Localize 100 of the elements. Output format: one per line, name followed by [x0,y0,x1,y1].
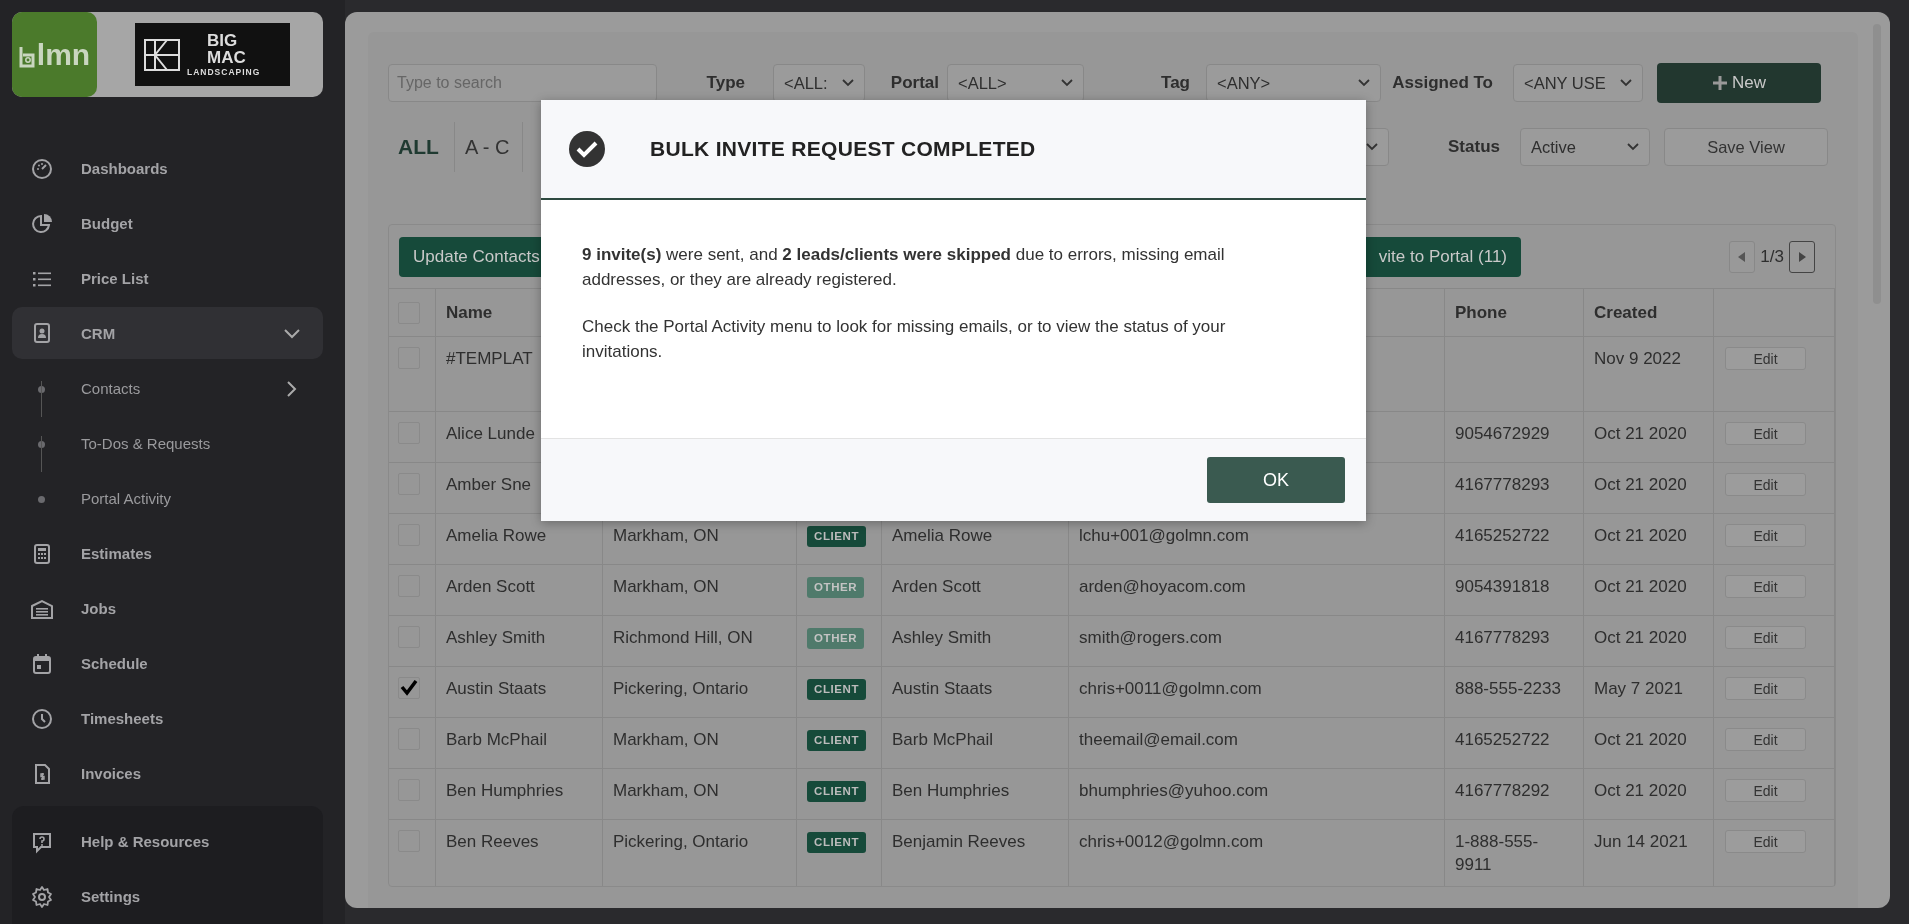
table-cell-text: 9054672929 [1455,423,1550,445]
edit-button[interactable]: Edit [1725,677,1806,700]
nav-item[interactable]: Invoices [12,746,323,801]
table-cell-text: #TEMPLAT [446,348,533,370]
table-cell-text: Oct 21 2020 [1594,627,1687,649]
edit-button[interactable]: Edit [1725,347,1806,370]
letter-tab[interactable]: A - C [455,122,523,172]
nav-subitem[interactable]: Portal Activity [81,490,323,507]
edit-button[interactable]: Edit [1725,422,1806,445]
table-cell-text: bhumphries@yuhoo.com [1079,780,1269,802]
table-cell-text: Markham, ON [613,525,719,547]
save-view-button[interactable]: Save View [1664,128,1828,166]
nav-item[interactable]: Schedule [12,636,323,691]
nav-item[interactable]: Help & Resources [12,814,323,869]
edit-button[interactable]: Edit [1725,779,1806,802]
caret-icon [1366,143,1378,151]
table-cell-text: Markham, ON [613,780,719,802]
table-cell-text: Ashley Smith [446,627,546,649]
table-cell-text: Richmond Hill, ON [613,627,753,649]
table-cell-text: Jun 14 2021 [1594,831,1688,853]
nav-item[interactable]: Settings [12,869,323,924]
table-cell-text: Ben Reeves [446,831,539,853]
table-cell-text: theemail@email.com [1079,729,1238,751]
page-indicator: 1/3 [1760,246,1784,267]
table-cell-text: 888-555-2233 [1455,678,1561,700]
dropdown[interactable]: <ANY USE [1513,64,1643,102]
table-cell-text: lchu+001@golmn.com [1079,525,1249,547]
table-cell-text: Pickering, Ontario [613,831,749,853]
table-cell-text: Oct 21 2020 [1594,780,1687,802]
nav-item[interactable]: Budget [12,196,323,251]
app-logo[interactable]: lmn [12,12,97,97]
table-cell-text: Markham, ON [613,729,719,751]
table-cell-text: smith@rogers.com [1079,627,1222,649]
edit-button[interactable]: Edit [1725,728,1806,751]
filter-label: Tag [1160,72,1190,94]
nav-item[interactable]: Jobs [12,581,323,636]
check-circle-icon [568,130,606,168]
pie-chart-icon [30,211,54,236]
edit-button[interactable]: Edit [1725,830,1806,853]
filter-label: Portal [889,72,939,94]
tree-line [41,381,42,417]
dropdown[interactable]: <ALL> [947,64,1084,102]
tree-line [41,436,42,472]
table-cell-text: Oct 21 2020 [1594,576,1687,598]
table-cell-text: Barb McPhail [446,729,548,751]
type-tag: CLIENT [807,526,867,547]
type-tag: CLIENT [807,730,867,751]
caret-icon [1620,79,1632,87]
dialog-message: Check the Portal Activity menu to look for missing emails, or to view the status of your invitations. [582,316,1227,363]
tree-node-dot [38,496,45,503]
dropdown[interactable]: Active [1520,128,1650,166]
nav-item[interactable]: Estimates [12,526,323,581]
table-cell-text: 4165252722 [1455,525,1550,547]
table-cell-text: Arden Scott [446,576,535,598]
dialog-title: BULK INVITE REQUEST COMPLETED [650,137,1036,161]
table-cell-text: Austin Staats [446,678,547,700]
nav-item[interactable]: CRM [12,307,323,359]
gauge-icon [30,156,54,181]
nav-subitem[interactable]: To-Dos & Requests [81,435,323,452]
table-cell-text: May 7 2021 [1594,678,1683,700]
table-cell-text: Ben Humphries [892,780,1010,802]
dropdown[interactable]: <ALL: [773,64,865,102]
plus-icon [1712,75,1728,91]
edit-button[interactable]: Edit [1725,626,1806,649]
table-cell-text: 4165252722 [1455,729,1550,751]
table-cell-text: Amber Sne [446,474,532,496]
next-page-button[interactable] [1789,240,1815,273]
edit-button[interactable]: Edit [1725,473,1806,496]
nav-item[interactable]: Price List [12,251,323,306]
table-cell-text: Alice Lunde [446,423,535,445]
dropdown[interactable]: <ANY> [1206,64,1381,102]
type-tag: CLIENT [807,781,867,802]
ok-button[interactable]: OK [1207,457,1345,503]
table-cell-text: Amelia Rowe [446,525,547,547]
nav-subitem[interactable]: Contacts [81,380,285,397]
clock-icon [30,706,54,731]
company-logo: BIG MAC LANDSCAPING [135,23,290,86]
column-header: Name [446,302,493,324]
letter-tab[interactable]: ALL [388,122,455,172]
type-tag: CLIENT [807,679,867,700]
table-cell-text: Oct 21 2020 [1594,525,1687,547]
table-cell-text: Oct 21 2020 [1594,474,1687,496]
type-tag: OTHER [807,577,865,598]
table-cell-text: 9054391818 [1455,576,1550,598]
table-cell-text: arden@hoyacom.com [1079,576,1246,598]
table-cell-text: chris+0011@golmn.com [1079,678,1262,700]
checkbox[interactable] [398,677,420,699]
filter-label: Assigned To [1391,72,1493,94]
type-tag: OTHER [807,628,865,649]
table-cell-text: Markham, ON [613,576,719,598]
table-cell-text: Austin Staats [892,678,993,700]
nav-item[interactable]: Timesheets [12,691,323,746]
nav-item[interactable]: Dashboards [12,141,323,196]
edit-button[interactable]: Edit [1725,524,1806,547]
caret-icon [842,79,854,87]
edit-button[interactable]: Edit [1725,575,1806,598]
previous-page-button[interactable] [1729,240,1756,273]
caret-icon [1358,79,1370,87]
new-button[interactable]: New [1657,63,1821,103]
type-tag: CLIENT [807,832,867,853]
